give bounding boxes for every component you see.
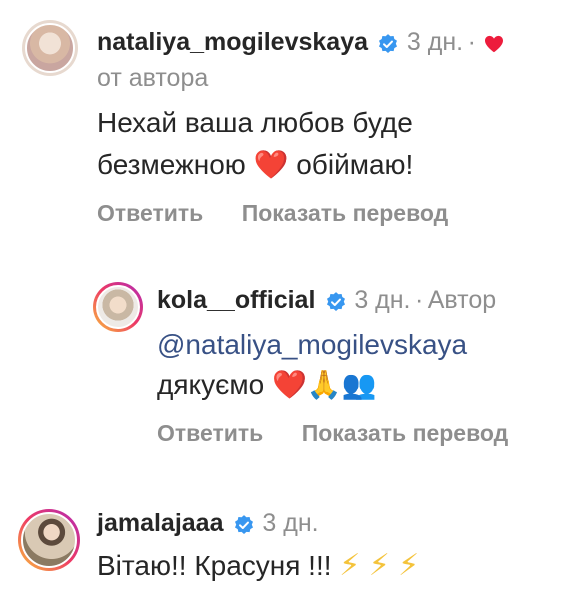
username[interactable]: nataliya_mogilevskaya [97,28,368,56]
separator: · [414,286,424,314]
mention-link[interactable]: @nataliya_mogilevskaya [157,324,467,366]
comment-kola-reply: kola__official 3 дн. · Автор @nataliya_m… [0,270,582,460]
comment-text-line2-end: обіймаю! [296,149,414,180]
show-translation-button[interactable]: Показать перевод [242,200,449,226]
comment-text-line2: безмежною [97,149,246,180]
comment-jamala: jamalajaaa 3 дн. Вітаю!! Красуня !!! ⚡ ⚡… [0,495,582,600]
comment-text: Вітаю!! Красуня !!! [97,550,332,581]
reply-button[interactable]: Ответить [97,200,203,226]
heart-emoji: ❤️ [253,149,289,180]
username[interactable]: kola__official [157,286,315,314]
lightning-emoji-group: ⚡ ⚡ ⚡ [339,549,420,582]
verified-badge-icon [379,33,398,53]
verified-badge-icon [326,291,345,311]
comment-time: 3 дн. [262,509,319,537]
reply-button[interactable]: Ответить [157,420,263,446]
comment-nataliya: nataliya_mogilevskaya 3 дн. · от автора … [0,0,582,240]
avatar[interactable] [18,509,80,571]
username[interactable]: jamalajaaa [97,509,224,537]
comment-time: 3 дн. [354,286,411,314]
comment-time: 3 дн. [406,28,464,56]
avatar[interactable] [93,282,143,332]
comment-text: дякуємо [157,369,265,400]
author-tag: Автор [427,286,497,314]
verified-badge-icon [234,514,253,534]
comment-text-line1: Нехай ваша любов буде [97,107,413,138]
show-translation-button[interactable]: Показать перевод [302,420,509,446]
heart-filled-icon[interactable] [484,35,504,53]
emoji-group: ❤️🙏👥 [271,369,377,400]
avatar[interactable] [22,20,78,76]
author-tag: от автора [97,64,209,92]
separator: · [467,28,476,56]
